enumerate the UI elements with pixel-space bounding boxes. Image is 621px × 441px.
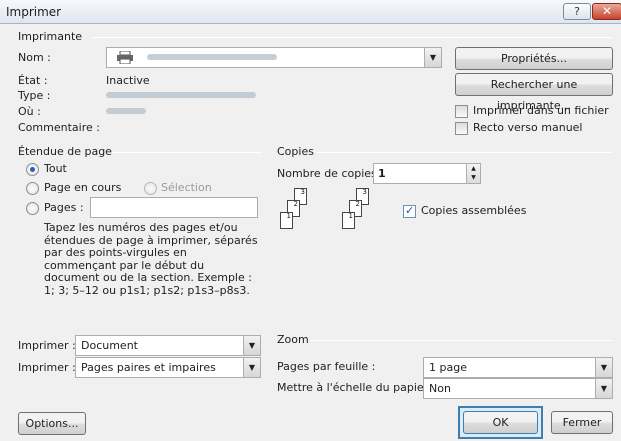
printer-section-label: Imprimante xyxy=(18,30,83,43)
print-to-file-checkbox[interactable] xyxy=(455,105,468,118)
collate-checkbox[interactable] xyxy=(403,204,416,218)
zoom-divider xyxy=(311,340,613,341)
chevron-down-icon: ▼ xyxy=(424,48,441,67)
find-printer-button[interactable]: Rechercher une imprimante... xyxy=(455,73,613,112)
copies-count-label: Nombre de copies : xyxy=(277,167,384,180)
print-what-label: Imprimer : xyxy=(18,339,76,352)
close-button[interactable]: Fermer xyxy=(551,411,613,434)
title-bar xyxy=(0,0,621,24)
range-all-radio[interactable] xyxy=(26,163,39,176)
print-what-select[interactable]: Document ▼ xyxy=(75,335,261,356)
scale-label: Mettre à l'échelle du papier : xyxy=(277,381,436,394)
chevron-down-icon: ▼ xyxy=(243,358,260,377)
range-pages-radio[interactable] xyxy=(26,202,39,215)
type-label: Type : xyxy=(18,89,51,102)
window-title: Imprimer xyxy=(6,5,62,19)
copies-divider xyxy=(317,152,613,153)
collate-set-2: 3 2 1 xyxy=(342,188,392,233)
page-icon: 1 xyxy=(280,212,293,229)
where-value-redacted xyxy=(106,108,146,114)
status-value: Inactive xyxy=(106,74,150,87)
chevron-down-icon: ▼ xyxy=(595,379,612,398)
printer-divider xyxy=(92,37,612,38)
range-all-label: Tout xyxy=(44,162,67,175)
pages-per-sheet-select[interactable]: 1 page ▼ xyxy=(423,357,613,378)
zoom-section-label: Zoom xyxy=(277,333,309,346)
manual-duplex-checkbox[interactable] xyxy=(455,122,468,135)
ok-button[interactable]: OK xyxy=(463,411,538,434)
range-selection-label: Sélection xyxy=(161,181,212,194)
printer-icon xyxy=(117,50,133,65)
printer-name-label: Nom : xyxy=(18,51,51,64)
manual-duplex-label: Recto verso manuel xyxy=(473,121,583,134)
chevron-down-icon: ▼ xyxy=(243,336,260,355)
print-to-file-label: Imprimer dans un fichier xyxy=(473,104,609,117)
range-divider xyxy=(112,152,262,153)
range-help-text: Tapez les numéros des pages et/ou étendu… xyxy=(44,221,258,297)
help-button[interactable]: ? xyxy=(563,3,591,20)
printer-name-select[interactable]: ▼ xyxy=(106,47,442,68)
range-current-radio[interactable] xyxy=(26,182,39,195)
pages-per-sheet-label: Pages par feuille : xyxy=(277,360,376,373)
status-label: État : xyxy=(18,74,48,87)
collate-label: Copies assemblées xyxy=(421,204,527,217)
collate-set-1: 3 2 1 xyxy=(280,188,330,233)
print-pages-label: Imprimer : xyxy=(18,361,76,374)
pages-input[interactable] xyxy=(90,197,258,218)
scale-select[interactable]: Non ▼ xyxy=(423,378,613,399)
spinner-icon[interactable]: ▲ ▼ xyxy=(466,164,480,183)
properties-button[interactable]: Propriétés... xyxy=(455,47,613,70)
range-section-label: Étendue de page xyxy=(18,145,112,158)
page-icon: 1 xyxy=(342,212,355,229)
options-button[interactable]: Options... xyxy=(18,412,86,435)
close-window-button[interactable]: ✕ xyxy=(592,3,621,20)
chevron-down-icon: ▼ xyxy=(595,358,612,377)
copies-section-label: Copies xyxy=(277,145,314,158)
range-current-label: Page en cours xyxy=(44,181,122,194)
where-label: Où : xyxy=(18,105,41,118)
range-selection-radio xyxy=(144,182,157,195)
comment-label: Commentaire : xyxy=(18,121,100,134)
type-value-redacted xyxy=(106,92,256,98)
print-pages-select[interactable]: Pages paires et impaires ▼ xyxy=(75,357,261,378)
copies-count-input[interactable]: 1 ▲ ▼ xyxy=(373,163,481,184)
range-pages-label: Pages : xyxy=(44,201,84,214)
printer-name-redacted xyxy=(147,54,277,60)
